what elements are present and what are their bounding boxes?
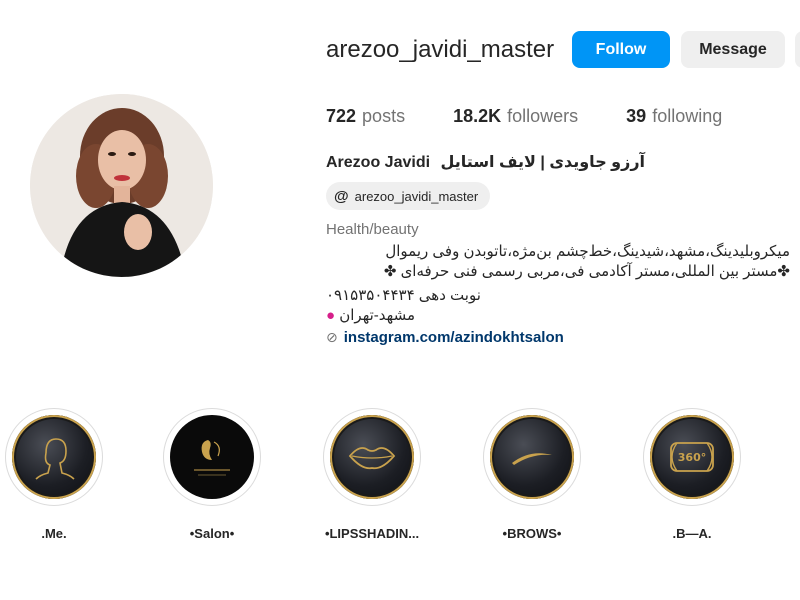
- full-name-fa: آرزو جاویدی | لایف استایل: [440, 154, 646, 171]
- salon-logo-icon: [170, 415, 254, 499]
- highlight-label: .Me.: [41, 526, 67, 541]
- threads-icon: @: [334, 187, 349, 205]
- posts-label: posts: [362, 106, 406, 126]
- followers-count: 18.2K: [453, 106, 502, 126]
- followers-label: followers: [507, 106, 579, 126]
- profile-category: Health/beauty: [326, 221, 419, 238]
- brow-icon: [490, 415, 574, 499]
- following-stat[interactable]: 39 following: [626, 106, 722, 127]
- suggest-button[interactable]: [795, 31, 800, 68]
- followers-stat[interactable]: 18.2K followers: [453, 106, 578, 127]
- highlight-ring: [163, 408, 261, 506]
- following-count: 39: [626, 106, 647, 126]
- pin-icon: ●: [326, 307, 336, 324]
- bio-line-4-wrap: ● مشهد-تهران: [326, 306, 415, 326]
- woman-silhouette-icon: [12, 415, 96, 499]
- link-icon: ⊘: [326, 329, 338, 345]
- highlight-brows[interactable]: •BROWS•: [480, 408, 584, 541]
- bio-line-4: مشهد-تهران: [339, 307, 415, 324]
- highlight-label: •BROWS•: [502, 526, 562, 541]
- threads-handle: arezoo_javidi_master: [354, 188, 479, 204]
- profile-username: arezoo_javidi_master: [326, 36, 555, 63]
- lips-icon: [330, 415, 414, 499]
- highlight-before-after[interactable]: 360° .B—A.: [640, 408, 744, 541]
- bio-line-2: ✤مستر بین المللی،مستر آکادمی فی،مربی رسم…: [383, 263, 790, 280]
- profile-bio: میکروبلیدینگ،مشهد،شیدینگ،خط‌چشم بن‌مژه،ت…: [326, 242, 790, 282]
- highlight-label: •LIPSSHADIN...: [324, 526, 420, 541]
- highlight-salon[interactable]: •Salon•: [160, 408, 264, 541]
- external-link[interactable]: instagram.com/azindokhtsalon: [344, 329, 564, 346]
- highlight-label: .B—A.: [672, 526, 712, 541]
- full-name-en: Arezoo Javidi: [326, 154, 431, 171]
- following-label: following: [652, 106, 723, 126]
- threads-badge[interactable]: @ arezoo_javidi_master: [326, 182, 491, 210]
- highlight-ring: [5, 408, 103, 506]
- message-button[interactable]: Message: [681, 31, 785, 68]
- highlight-label: •Salon•: [189, 526, 235, 541]
- svg-text:360°: 360°: [678, 451, 706, 464]
- 360-camera-icon: 360°: [650, 415, 734, 499]
- highlight-me[interactable]: .Me.: [2, 408, 106, 541]
- bio-line-3: نوبت دهی ۰۹۱۵۳۵۰۴۴۳۴: [326, 287, 481, 304]
- profile-avatar[interactable]: [30, 94, 213, 277]
- external-link-row[interactable]: ⊘ instagram.com/azindokhtsalon: [326, 329, 564, 346]
- highlight-lips[interactable]: •LIPSSHADIN...: [320, 408, 424, 541]
- bio-line-1: میکروبلیدینگ،مشهد،شیدینگ،خط‌چشم بن‌مژه،ت…: [385, 243, 790, 260]
- follow-button[interactable]: Follow: [572, 31, 670, 68]
- highlight-ring: 360°: [643, 408, 741, 506]
- highlight-ring: [483, 408, 581, 506]
- profile-full-name: Arezoo Javidi آرزو جاویدی | لایف استایل: [326, 152, 645, 172]
- posts-stat: 722 posts: [326, 106, 405, 127]
- profile-stats: 722 posts 18.2K followers 39 following: [326, 106, 770, 127]
- posts-count: 722: [326, 106, 357, 126]
- highlight-ring: [323, 408, 421, 506]
